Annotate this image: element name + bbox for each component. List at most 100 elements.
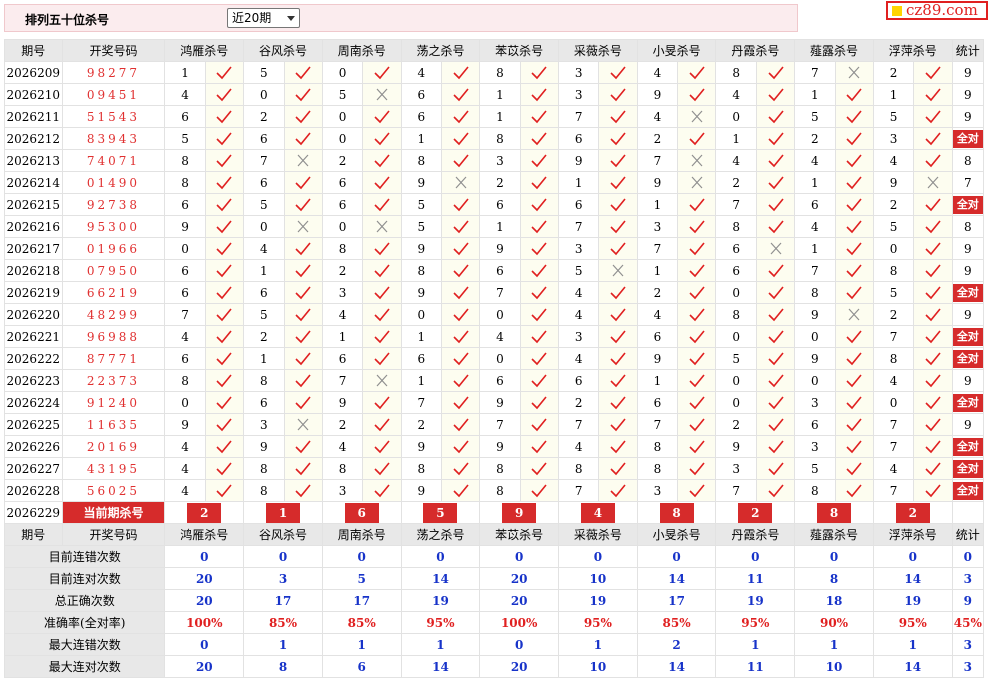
kill-value-cell: 1 (558, 171, 600, 194)
check-icon (283, 347, 323, 370)
kill-value-cell: 8 (479, 479, 521, 502)
table-row: 2026219 66219 6 6 3 9 7 4 2 0 8 5 全对 (4, 281, 985, 304)
stats-value: 95% (872, 611, 953, 634)
kill-value-cell: 3 (872, 127, 915, 150)
kill-value-cell: 3 (794, 435, 836, 458)
kill-value-cell: 9 (400, 435, 442, 458)
check-icon (519, 237, 560, 260)
check-icon (834, 149, 874, 172)
table-row: 2026218 07950 6 1 2 8 6 5 1 6 7 8 9 (4, 259, 985, 282)
kill-value-cell: 2 (636, 127, 679, 150)
draw-number-cell: 01490 (61, 171, 166, 194)
check-icon (204, 61, 245, 84)
kill-value-cell: 1 (715, 127, 757, 150)
check-icon (519, 171, 560, 194)
kill-value-cell: 4 (558, 347, 600, 370)
kill-value-cell: 0 (715, 105, 757, 128)
check-icon (598, 215, 638, 238)
total-cell: 全对 (951, 281, 985, 304)
check-icon (598, 391, 638, 414)
draw-number-cell: 56025 (61, 479, 166, 502)
kill-value-cell: 8 (558, 457, 600, 480)
kill-value-cell: 3 (558, 83, 600, 106)
kill-value-cell: 6 (243, 281, 285, 304)
kill-value-cell: 2 (321, 149, 364, 172)
check-icon (440, 435, 481, 458)
check-icon (834, 281, 874, 304)
table-row: 2026214 01490 8 6 6 9 2 1 9 2 1 9 7 (4, 171, 985, 194)
table-row: 2026211 51543 6 2 0 6 1 7 4 0 5 5 9 (4, 105, 985, 128)
kill-value-cell: 6 (164, 105, 206, 128)
check-icon (519, 105, 560, 128)
period-select[interactable]: 近20期 (227, 8, 300, 28)
period-select-value: 近20期 (232, 11, 272, 25)
kill-value-cell: 7 (479, 413, 521, 436)
current-kill-badge: 2 (187, 502, 222, 523)
period-cell: 2026218 (4, 259, 63, 282)
stats-value: 14 (400, 567, 481, 590)
stats-value: 17 (636, 589, 717, 612)
total-cell: 9 (951, 237, 985, 260)
kill-value-cell: 1 (794, 83, 836, 106)
check-icon (755, 325, 796, 348)
check-icon (204, 391, 245, 414)
kill-value-cell: 6 (400, 347, 442, 370)
kill-value-cell: 8 (479, 127, 521, 150)
table-row: 2026226 20169 4 9 4 9 9 4 8 9 3 7 全对 (4, 435, 985, 458)
total-cell: 9 (951, 83, 985, 106)
check-icon (598, 127, 638, 150)
kill-value-cell: 7 (636, 237, 679, 260)
column-header: 薤露杀号 (794, 523, 874, 546)
stats-value: 6 (321, 655, 402, 678)
cross-icon (913, 171, 953, 194)
table-row: 2026228 56025 4 8 3 9 8 7 3 7 8 7 全对 (4, 479, 985, 502)
kill-value-cell: 7 (872, 435, 915, 458)
kill-value-cell: 2 (872, 303, 915, 326)
column-header: 开奖号码 (61, 523, 166, 546)
kill-value-cell: 8 (715, 303, 757, 326)
check-icon (598, 347, 638, 370)
top-bar: 排列五十位杀号 近20期 (4, 4, 798, 32)
check-icon (440, 325, 481, 348)
kill-value-cell: 9 (479, 391, 521, 414)
site-logo[interactable]: cz89.com (886, 1, 988, 20)
check-icon (755, 303, 796, 326)
current-kill-cell: 2 (872, 501, 953, 524)
stats-value: 45% (951, 611, 985, 634)
kill-value-cell: 3 (243, 413, 285, 436)
check-icon (204, 435, 245, 458)
check-icon (755, 413, 796, 436)
check-icon (598, 237, 638, 260)
cross-icon (362, 369, 402, 392)
check-icon (913, 325, 953, 348)
check-icon (677, 413, 717, 436)
kill-value-cell: 2 (715, 413, 757, 436)
current-kill-badge: 6 (344, 502, 379, 523)
stats-value: 14 (872, 567, 953, 590)
total-cell: 全对 (951, 479, 985, 502)
kill-value-cell: 0 (321, 215, 364, 238)
kill-value-cell: 4 (164, 457, 206, 480)
kill-value-cell: 0 (794, 369, 836, 392)
period-cell: 2026213 (4, 149, 63, 172)
check-icon (440, 193, 481, 216)
check-icon (913, 259, 953, 282)
kill-value-cell: 0 (715, 369, 757, 392)
stats-value: 1 (400, 633, 481, 656)
stats-value: 18 (794, 589, 874, 612)
check-icon (204, 413, 245, 436)
check-icon (755, 171, 796, 194)
check-icon (913, 369, 953, 392)
stats-value: 19 (872, 589, 953, 612)
kill-value-cell: 1 (636, 259, 679, 282)
kill-value-cell: 8 (164, 149, 206, 172)
check-icon (598, 479, 638, 502)
check-icon (755, 391, 796, 414)
stats-value: 0 (243, 545, 323, 568)
check-icon (283, 127, 323, 150)
check-icon (362, 61, 402, 84)
current-kill-badge: 1 (266, 502, 301, 523)
kill-value-cell: 7 (872, 325, 915, 348)
kill-value-cell: 4 (715, 83, 757, 106)
check-icon (283, 303, 323, 326)
